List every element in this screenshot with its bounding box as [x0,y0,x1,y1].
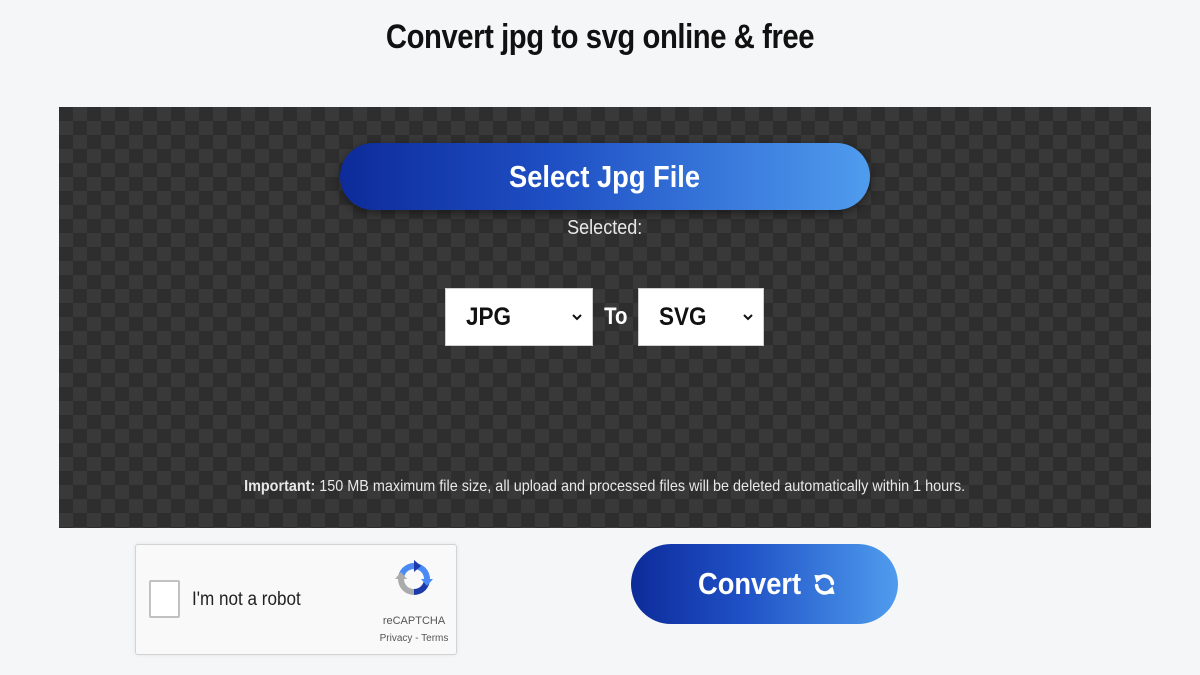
selected-file-label: Selected: [59,217,1151,240]
recaptcha-terms-link[interactable]: Terms [421,633,448,644]
recaptcha-brand: reCAPTCHA [382,615,446,627]
converter-panel: Select Jpg File Selected: JPG To SVG Imp… [59,107,1151,528]
to-format-value: SVG [659,302,707,331]
recaptcha-label: I'm not a robot [192,589,313,611]
important-note-label: Important: [244,478,316,495]
to-label: To [593,288,638,346]
recaptcha-label-text: I'm not a robot [192,589,301,610]
select-file-button[interactable]: Select Jpg File [340,143,870,210]
recaptcha-logo-icon [395,560,433,595]
recaptcha-widget: I'm not a robot reCAPTCHA Privacy - Term… [135,544,457,655]
chevron-down-icon [572,314,582,321]
from-format-value: JPG [466,302,512,331]
important-note: Important: 150 MB maximum file size, all… [59,478,1151,496]
from-format-select[interactable]: JPG [445,288,593,346]
recaptcha-links-separator: - [412,633,422,644]
selected-file-text: Selected: [567,217,643,239]
chevron-down-icon [743,314,753,321]
to-format-select[interactable]: SVG [638,288,764,346]
sync-icon [813,573,835,595]
page-title: Convert jpg to svg online & free [385,18,815,56]
select-file-label: Select Jpg File [509,158,701,194]
recaptcha-checkbox[interactable] [149,580,180,618]
to-label-text: To [603,303,628,330]
recaptcha-privacy-link[interactable]: Privacy [380,633,413,644]
convert-label: Convert [698,566,802,601]
convert-button[interactable]: Convert [631,544,898,624]
page: Convert jpg to svg online & free Select … [0,0,1200,675]
recaptcha-links: Privacy - Terms [376,633,452,644]
important-note-text: 150 MB maximum file size, all upload and… [315,478,966,495]
